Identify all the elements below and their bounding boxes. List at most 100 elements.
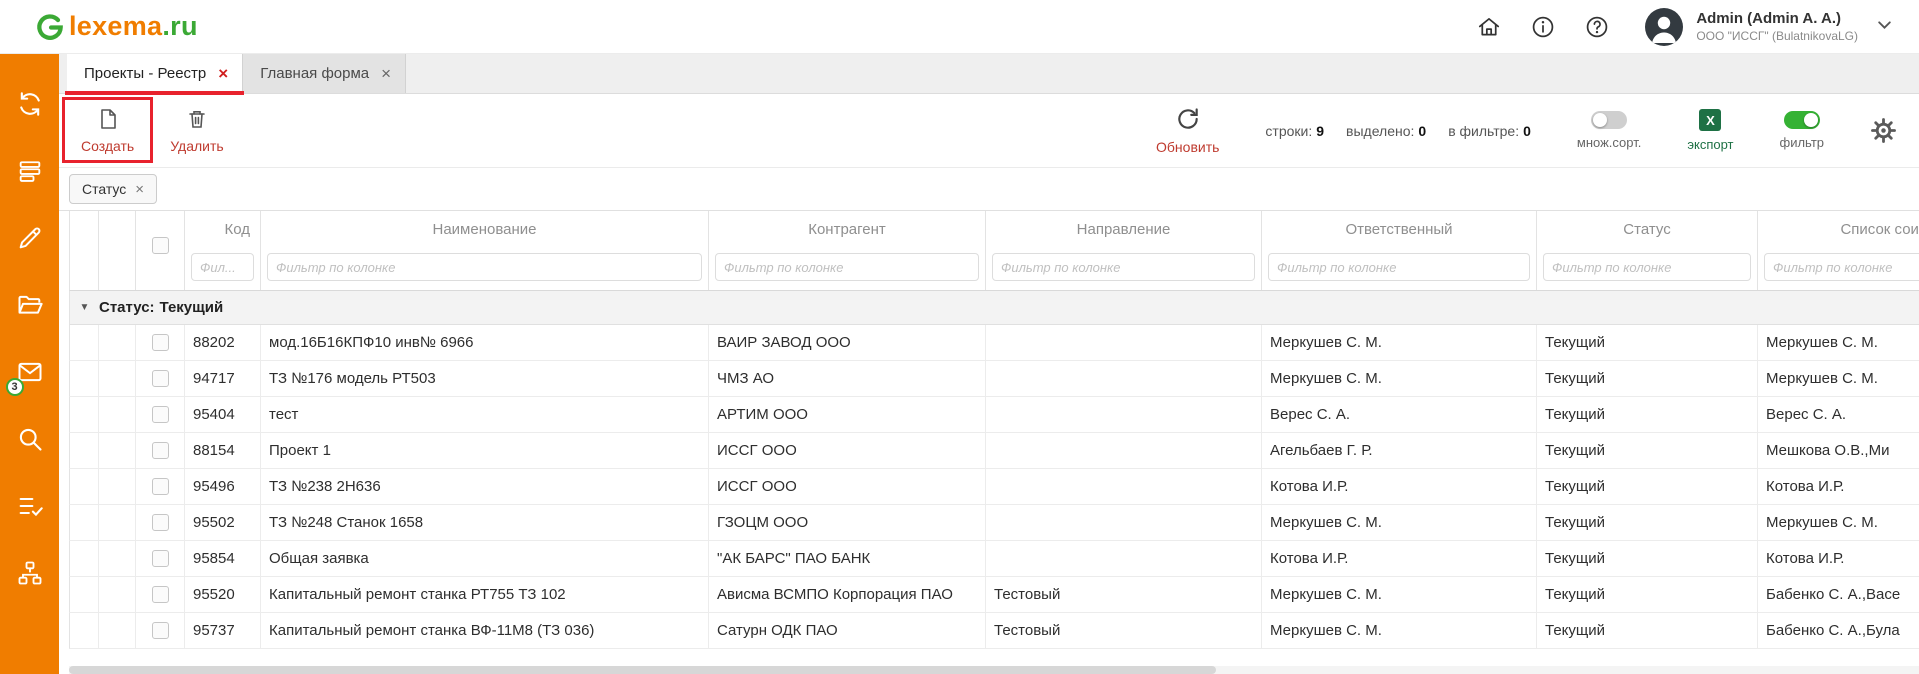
body-row: 3 Проекты - Реестр × Глав [0,54,1919,674]
cell-name: тест [261,397,709,432]
home-icon[interactable] [1476,14,1502,40]
info-icon[interactable] [1530,14,1556,40]
sidebar-item-forms[interactable] [15,157,45,187]
chevron-down-icon[interactable] [1876,16,1893,38]
toggle-on-icon[interactable] [1784,111,1820,129]
user-menu[interactable]: Admin (Admin A. A.) ООО "ИССГ" (Bulatnik… [1644,7,1893,47]
tab-label: Проекты - Реестр [84,65,206,82]
cell-name: Капитальный ремонт станка ВФ-11М8 (ТЗ 03… [261,613,709,648]
cell-spacer [99,577,136,612]
sidebar-item-sync[interactable] [15,90,45,120]
filter-input-name[interactable] [267,253,702,281]
table-row[interactable]: 95737 Капитальный ремонт станка ВФ-11М8 … [69,613,1919,649]
sidebar-item-mail[interactable]: 3 [15,358,45,388]
cell-status: Текущий [1537,541,1758,576]
filter-input-code[interactable] [191,253,254,281]
settings-gear-icon[interactable] [1870,117,1897,144]
row-checkbox[interactable] [152,586,169,603]
checklist-icon [16,492,44,523]
lexema-logo[interactable]: lexema.ru [34,11,198,43]
sidebar-item-hierarchy[interactable] [15,559,45,589]
filter-toggle[interactable]: фильтр [1780,111,1824,150]
filter-input-responsible[interactable] [1268,253,1530,281]
refresh-button[interactable]: Обновить [1144,101,1231,160]
group-row-status[interactable]: ▼ Статус: Текущий [69,291,1919,325]
filter-input-contragent[interactable] [715,253,979,281]
row-checkbox[interactable] [152,478,169,495]
tab-close-icon[interactable]: × [218,65,228,82]
search-icon [16,425,44,456]
cell-contragent: ИССГ ООО [709,469,986,504]
scrollbar-thumb[interactable] [69,666,1216,674]
table-row[interactable]: 95496 ТЗ №238 2Н636 ИССГ ООО Котова И.Р.… [69,469,1919,505]
multisort-label: множ.сорт. [1577,135,1641,150]
multisort-toggle[interactable]: множ.сорт. [1577,111,1641,150]
cell-responsible: Верес С. А. [1262,397,1537,432]
row-checkbox[interactable] [152,514,169,531]
excel-icon: X [1699,109,1721,131]
cell-spacer [99,325,136,360]
table-row[interactable]: 95854 Общая заявка "АК БАРС" ПАО БАНК Ко… [69,541,1919,577]
sidebar-item-search[interactable] [15,425,45,455]
sync-icon [16,90,44,121]
cell-direction [986,505,1262,540]
row-checkbox[interactable] [152,622,169,639]
tab-main-form[interactable]: Главная форма × [243,54,406,93]
delete-button[interactable]: Удалить [158,102,235,159]
select-all-checkbox[interactable] [152,237,169,254]
cell-responsible: Меркушев С. М. [1262,325,1537,360]
cell-code: 95854 [185,541,261,576]
cell-checkbox [136,397,185,432]
sidebar-item-edit[interactable] [15,224,45,254]
column-header-name: Наименование [261,211,709,290]
cell-status: Текущий [1537,469,1758,504]
column-header-responsible: Ответственный [1262,211,1537,290]
horizontal-scrollbar[interactable] [69,666,1919,674]
create-button[interactable]: Создать [69,102,146,159]
cell-code: 94717 [185,361,261,396]
table-row[interactable]: 88202 мод.16Б16КПФ10 инв№ 6966 ВАИР ЗАВО… [69,325,1919,361]
filter-input-coexecutors[interactable] [1764,253,1919,281]
cell-name: Общая заявка [261,541,709,576]
row-checkbox[interactable] [152,550,169,567]
help-icon[interactable] [1584,14,1610,40]
create-label: Создать [81,138,134,154]
cell-spacer [99,541,136,576]
table-row[interactable]: 95502 ТЗ №248 Станок 1658 ГЗОЦМ ООО Мерк… [69,505,1919,541]
cell-direction [986,541,1262,576]
tab-projects-registry[interactable]: Проекты - Реестр × [67,54,243,93]
chip-close-icon[interactable]: × [135,182,144,197]
filter-input-status[interactable] [1543,253,1751,281]
tab-close-icon[interactable]: × [381,65,391,82]
toggle-off-icon[interactable] [1591,111,1627,129]
cell-responsible: Меркушев С. М. [1262,505,1537,540]
table-row[interactable]: 95404 тест АРТИМ ООО Верес С. А. Текущий… [69,397,1919,433]
cell-spacer [99,469,136,504]
cell-name: ТЗ №248 Станок 1658 [261,505,709,540]
table-row[interactable]: 88154 Проект 1 ИССГ ООО Агельбаев Г. Р. … [69,433,1919,469]
filter-input-direction[interactable] [992,253,1255,281]
table-row[interactable]: 94717 ТЗ №176 модель РТ503 ЧМЗ АО Меркуш… [69,361,1919,397]
row-checkbox[interactable] [152,334,169,351]
export-button[interactable]: X экспорт [1687,109,1733,152]
row-checkbox[interactable] [152,406,169,423]
cell-status: Текущий [1537,433,1758,468]
filter-chip-status[interactable]: Статус × [69,174,157,204]
row-checkbox[interactable] [152,442,169,459]
new-document-icon [96,107,120,134]
sidebar-item-folder[interactable] [15,291,45,321]
cell-coexecutors: Котова И.Р. [1758,469,1919,504]
collapse-triangle-icon[interactable]: ▼ [70,302,99,313]
cell-code: 88154 [185,433,261,468]
user-text: Admin (Admin A. A.) ООО "ИССГ" (Bulatnik… [1696,10,1858,43]
content-area: Проекты - Реестр × Главная форма × Созда… [59,54,1919,674]
cell-responsible: Агельбаев Г. Р. [1262,433,1537,468]
cell-contragent: ВАИР ЗАВОД ООО [709,325,986,360]
table-row[interactable]: 95520 Капитальный ремонт станка РТ755 ТЗ… [69,577,1919,613]
cell-coexecutors: Котова И.Р. [1758,541,1919,576]
header-actions: Admin (Admin A. A.) ООО "ИССГ" (Bulatnik… [1448,7,1893,47]
chip-label: Статус [82,181,126,197]
sidebar-item-tasks[interactable] [15,492,45,522]
refresh-icon [1175,106,1201,135]
row-checkbox[interactable] [152,370,169,387]
